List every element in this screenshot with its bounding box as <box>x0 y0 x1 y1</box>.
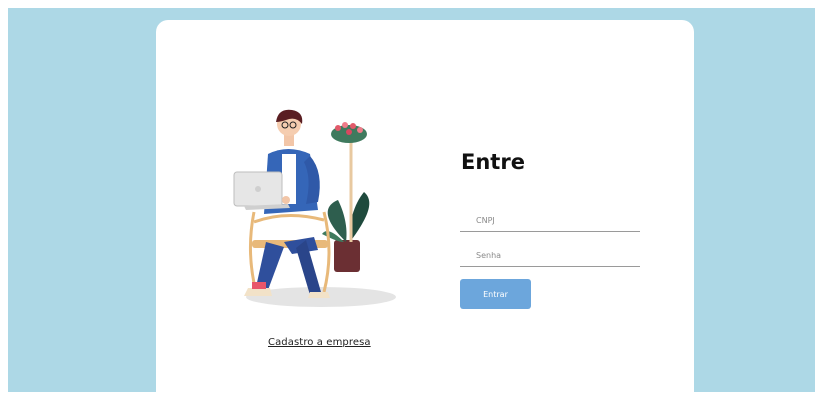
password-input[interactable] <box>460 245 640 267</box>
signup-company-link[interactable]: Cadastro a empresa <box>268 337 371 348</box>
cnpj-input[interactable] <box>460 210 640 232</box>
login-card: Cadastro a empresa Entre Entrar <box>156 20 694 405</box>
page-title: Entre <box>461 150 525 174</box>
page-background: Cadastro a empresa Entre Entrar <box>8 8 815 405</box>
person-with-laptop-illustration <box>233 109 396 307</box>
login-button[interactable]: Entrar <box>460 279 531 309</box>
